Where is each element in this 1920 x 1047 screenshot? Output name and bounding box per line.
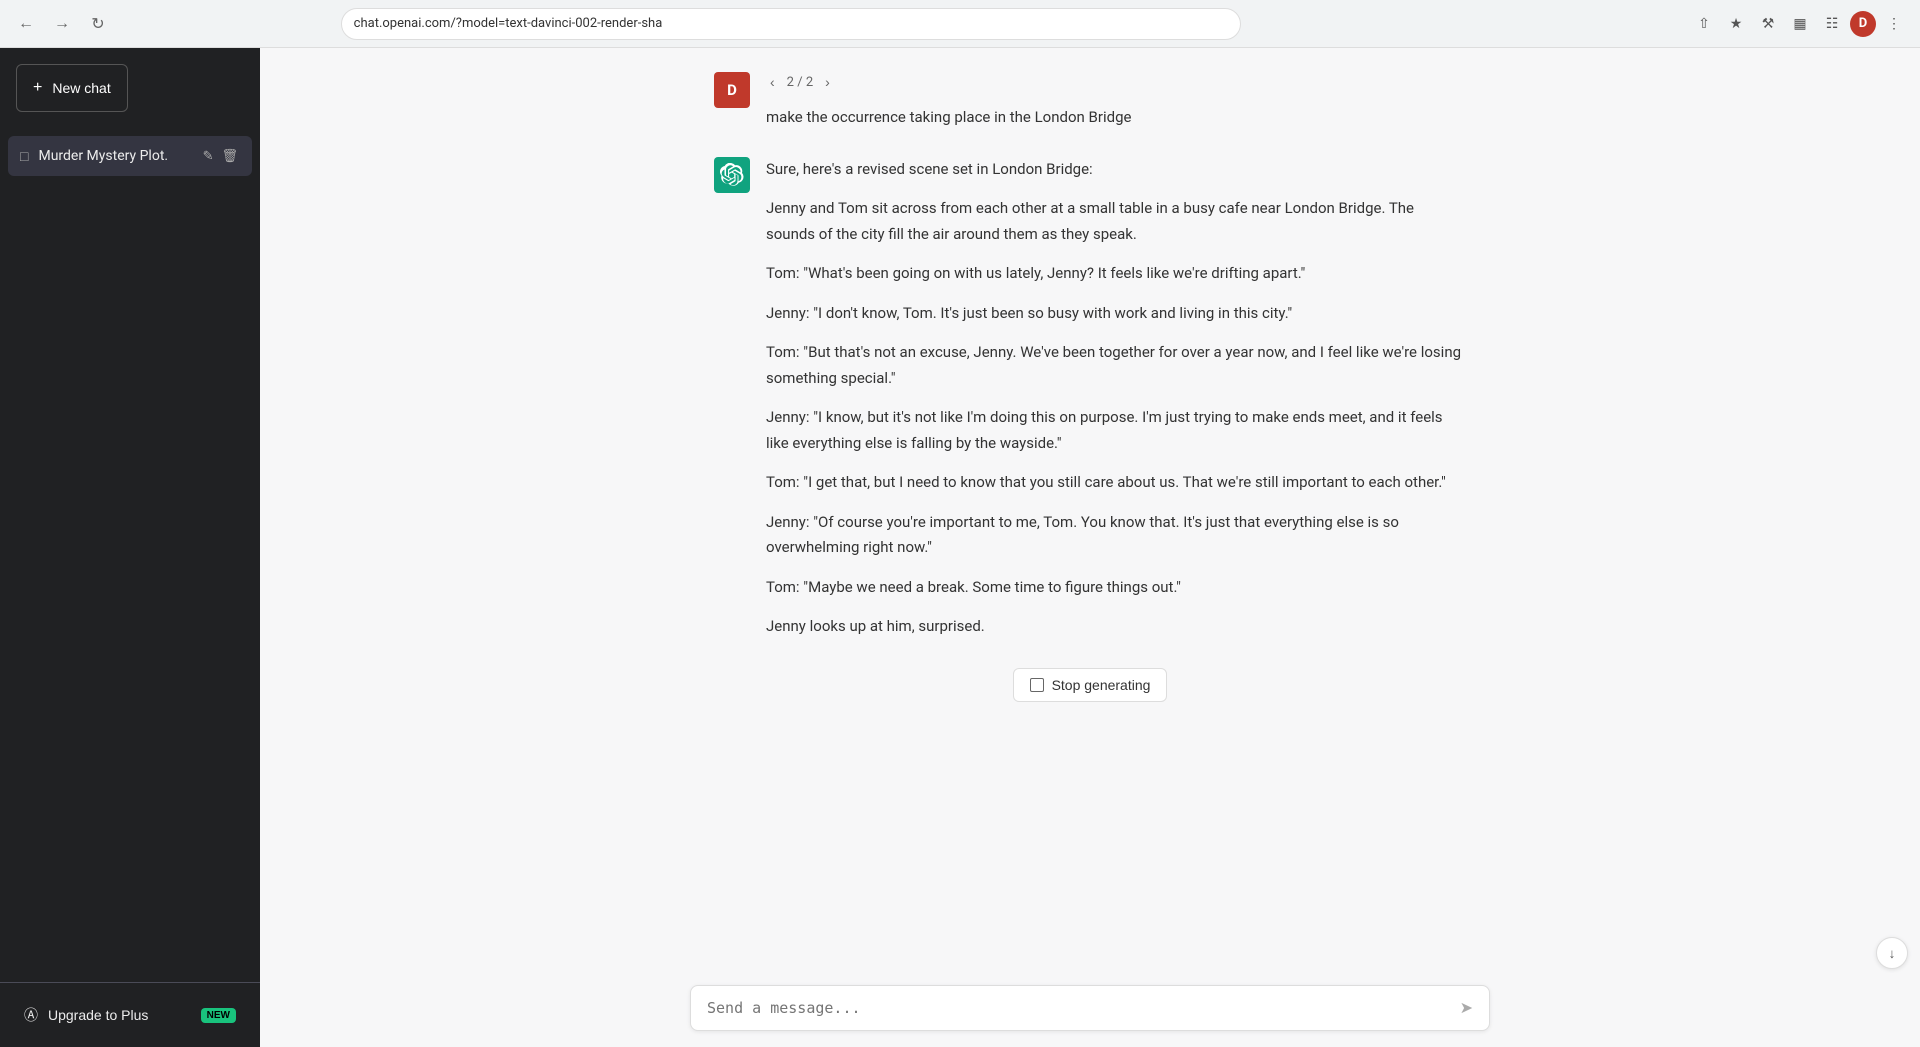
app-container: + New chat □ Murder Mystery Plot. ✎ 🗑 Ⓐ …: [0, 48, 1920, 1047]
ai-message-text: Sure, here's a revised scene set in Lond…: [766, 157, 1466, 640]
scroll-to-bottom-button[interactable]: ↓: [1876, 937, 1908, 969]
send-button[interactable]: ➤: [1460, 998, 1473, 1018]
stop-generating-label: Stop generating: [1052, 677, 1151, 693]
ai-message-content: Sure, here's a revised scene set in Lond…: [766, 157, 1466, 640]
ai-para-6: Jenny: "Of course you're important to me…: [766, 510, 1466, 561]
conversations-list: □ Murder Mystery Plot. ✎ 🗑: [0, 128, 260, 982]
ai-intro: Sure, here's a revised scene set in Lond…: [766, 157, 1466, 183]
extensions-icon[interactable]: ⚒: [1754, 10, 1782, 38]
new-chat-label: New chat: [52, 80, 110, 96]
delete-conversation-button[interactable]: 🗑: [219, 146, 240, 166]
user-avatar-browser: D: [1850, 11, 1876, 37]
ai-para-3: Tom: "But that's not an excuse, Jenny. W…: [766, 340, 1466, 391]
stop-checkbox-icon: [1030, 678, 1044, 692]
user-circle-icon: Ⓐ: [24, 1005, 38, 1025]
ai-message: Sure, here's a revised scene set in Lond…: [714, 157, 1466, 640]
new-badge: NEW: [201, 1008, 236, 1023]
main-content: D ‹ 2 / 2 › make the occurrence taking p…: [260, 48, 1920, 1047]
back-button[interactable]: ←: [12, 10, 40, 38]
plus-icon: +: [33, 79, 42, 97]
conversation-actions: ✎ 🗑: [201, 146, 240, 166]
browser-actions: ⇧ ★ ⚒ ▦ ☷ D ⋮: [1690, 10, 1908, 38]
input-container: ➤: [690, 985, 1490, 1031]
upgrade-to-plus-button[interactable]: Ⓐ Upgrade to Plus NEW: [12, 995, 248, 1035]
user-avatar: D: [714, 72, 750, 108]
conversation-label: Murder Mystery Plot.: [38, 148, 190, 164]
ai-para-8: Jenny looks up at him, surprised.: [766, 614, 1466, 640]
ai-para-1: Tom: "What's been going on with us latel…: [766, 261, 1466, 287]
prev-message-button[interactable]: ‹: [766, 72, 779, 92]
ai-para-4: Jenny: "I know, but it's not like I'm do…: [766, 405, 1466, 456]
url-text: chat.openai.com/?model=text-davinci-002-…: [354, 16, 663, 31]
input-area: ➤: [260, 973, 1920, 1047]
chat-area: D ‹ 2 / 2 › make the occurrence taking p…: [260, 48, 1920, 937]
sidebar-footer: Ⓐ Upgrade to Plus NEW: [0, 982, 260, 1047]
sidebar-icon[interactable]: ☷: [1818, 10, 1846, 38]
bookmark-icon[interactable]: ★: [1722, 10, 1750, 38]
forward-button[interactable]: →: [48, 10, 76, 38]
ai-para-5: Tom: "I get that, but I need to know tha…: [766, 470, 1466, 496]
puzzle-icon[interactable]: ▦: [1786, 10, 1814, 38]
nav-count: 2 / 2: [787, 75, 813, 90]
ai-avatar: [714, 157, 750, 193]
stop-generating-container: Stop generating: [714, 668, 1466, 702]
stop-generating-button[interactable]: Stop generating: [1013, 668, 1168, 702]
user-message: D ‹ 2 / 2 › make the occurrence taking p…: [714, 72, 1466, 129]
chat-bubble-icon: □: [20, 148, 28, 165]
reload-button[interactable]: ↻: [84, 10, 112, 38]
conversation-item[interactable]: □ Murder Mystery Plot. ✎ 🗑: [8, 136, 252, 176]
next-message-button[interactable]: ›: [821, 72, 834, 92]
ai-para-2: Jenny: "I don't know, Tom. It's just bee…: [766, 301, 1466, 327]
user-message-text: make the occurrence taking place in the …: [766, 100, 1466, 129]
scroll-btn-area: ↓: [260, 937, 1920, 973]
message-navigation: ‹ 2 / 2 ›: [766, 72, 1466, 92]
upgrade-label: Upgrade to Plus: [48, 1007, 148, 1023]
ai-para-7: Tom: "Maybe we need a break. Some time t…: [766, 575, 1466, 601]
sidebar: + New chat □ Murder Mystery Plot. ✎ 🗑 Ⓐ …: [0, 48, 260, 1047]
address-bar[interactable]: chat.openai.com/?model=text-davinci-002-…: [341, 8, 1241, 40]
new-chat-button[interactable]: + New chat: [16, 64, 128, 112]
chat-inner: D ‹ 2 / 2 › make the occurrence taking p…: [690, 72, 1490, 702]
share-icon[interactable]: ⇧: [1690, 10, 1718, 38]
edit-conversation-button[interactable]: ✎: [201, 146, 216, 166]
ai-para-0: Jenny and Tom sit across from each other…: [766, 196, 1466, 247]
browser-chrome: ← → ↻ chat.openai.com/?model=text-davinc…: [0, 0, 1920, 48]
menu-icon[interactable]: ⋮: [1880, 10, 1908, 38]
message-input[interactable]: [707, 999, 1460, 1017]
